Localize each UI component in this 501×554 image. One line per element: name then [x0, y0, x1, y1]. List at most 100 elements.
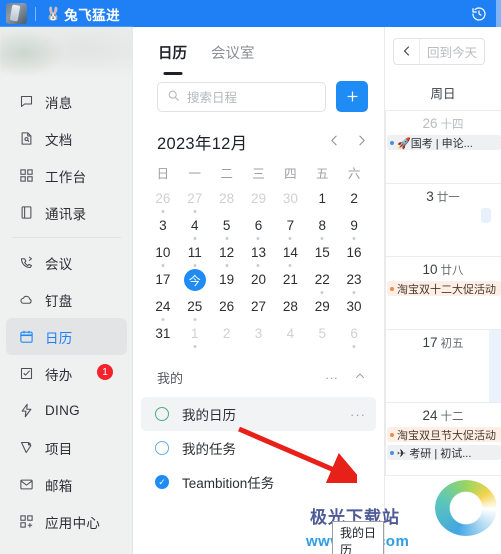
schedule-weekday-header: 周日 — [385, 75, 501, 111]
sidebar-item-ding[interactable]: DING — [6, 392, 127, 429]
calendar-day-cell[interactable]: 6 — [338, 324, 370, 351]
checkbox-ring-icon[interactable] — [155, 407, 169, 421]
day-number: 14 — [282, 245, 298, 260]
calendar-day-cell[interactable]: 15 — [306, 243, 338, 270]
schedule-week-row[interactable]: 17 初五 — [385, 330, 501, 403]
calendar-day-cell[interactable]: 22 — [306, 270, 338, 297]
calendar-day-cell[interactable]: 9 — [338, 216, 370, 243]
calendar-day-cell[interactable]: 29 — [306, 297, 338, 324]
today-marker[interactable]: 今 — [183, 269, 206, 291]
day-number: 25 — [187, 299, 203, 314]
checkbox-ring-icon[interactable] — [155, 441, 169, 455]
schedule-event[interactable]: ✈ 考研 | 初试... — [387, 445, 501, 460]
day-number: 26 — [219, 299, 235, 314]
calendar-day-cell[interactable]: 30 — [338, 297, 370, 324]
chevron-left-icon[interactable] — [328, 134, 341, 151]
weekday-header-cell: 四 — [284, 167, 297, 181]
calendar-day-cell[interactable]: 5 — [211, 216, 243, 243]
schedule-event[interactable]: 淘宝双旦节大促活动 — [387, 427, 501, 442]
calendar-day-cell[interactable]: 2 — [211, 324, 243, 351]
calendar-day-cell[interactable]: 13 — [243, 243, 275, 270]
sidebar-item-label: 应用中心 — [45, 515, 101, 531]
calendar-day-cell[interactable]: 5 — [306, 324, 338, 351]
calendar-day-cell[interactable]: 25 — [179, 297, 211, 324]
sidebar-item-cloud-disk[interactable]: 钉盘 — [6, 281, 127, 318]
calendar-list-item[interactable]: 我的日历 ··· — [141, 397, 376, 431]
back-to-today-button[interactable]: 回到今天 — [393, 37, 486, 65]
schedule-week-row[interactable]: 3 廿一 — [385, 184, 501, 257]
calendar-day-cell[interactable]: 4 — [274, 324, 306, 351]
chevron-up-icon[interactable] — [354, 370, 366, 385]
avatar[interactable] — [6, 3, 27, 24]
weekday-header-cell: 日 — [156, 167, 170, 181]
calendar-day-cell[interactable]: 30 — [274, 189, 306, 216]
sidebar-item-app-center[interactable]: 应用中心 — [6, 503, 127, 540]
calendar-day-cell[interactable]: 24 — [147, 297, 179, 324]
ellipsis-icon[interactable]: ··· — [350, 407, 366, 422]
calendar-day-cell[interactable]: 28 — [274, 297, 306, 324]
sidebar-item-todo[interactable]: 待办 1 — [6, 355, 127, 392]
month-nav-buttons — [328, 134, 368, 151]
calendar-day-cell[interactable]: 3 — [243, 324, 275, 351]
history-clock-icon[interactable] — [462, 0, 496, 27]
schedule-event[interactable]: 🚀国考 | 申论... — [387, 135, 501, 150]
tab-meeting-room[interactable]: 会议室 — [211, 40, 255, 63]
calendar-day-cell[interactable]: 27 — [243, 297, 275, 324]
sidebar-item-contacts[interactable]: 通讯录 — [6, 194, 127, 231]
calendar-day-cell[interactable]: 1 — [179, 324, 211, 351]
sidebar-item-project[interactable]: 项目 — [6, 429, 127, 466]
day-number: 15 — [314, 245, 330, 260]
sidebar-item-mail[interactable]: 邮箱 — [6, 466, 127, 503]
calendar-day-cell[interactable]: 1 — [306, 189, 338, 216]
schedule-event[interactable]: 淘宝双十二大促活动 — [387, 281, 501, 296]
schedule-event[interactable] — [481, 208, 491, 223]
calendar-day-cell[interactable]: 3 — [147, 216, 179, 243]
sidebar-item-docs[interactable]: 文档 — [6, 120, 127, 157]
calendar-day-cell[interactable]: 19 — [211, 270, 243, 297]
calendar-day-cell[interactable]: 11 — [179, 243, 211, 270]
calendar-day-cell[interactable]: 31 — [147, 324, 179, 351]
sidebar-item-messages[interactable]: 消息 — [6, 83, 127, 120]
calendar-day-cell[interactable]: 26 — [147, 189, 179, 216]
tab-calendar[interactable]: 日历 — [158, 40, 187, 63]
calendar-day-cell[interactable]: 17 — [147, 270, 179, 297]
calendar-day-cell[interactable]: 7 — [274, 216, 306, 243]
my-calendars-actions: ··· — [325, 370, 366, 385]
ellipsis-icon[interactable]: ··· — [325, 370, 338, 385]
checkbox-checked-icon[interactable] — [155, 475, 169, 489]
schedule-week-row[interactable]: 10 廿八 淘宝双十二大促活动 — [385, 257, 501, 330]
calendar-day-cell[interactable]: 27 — [179, 189, 211, 216]
sidebar-divider — [12, 237, 121, 238]
weekday-header-cell: 六 — [347, 167, 361, 181]
schedule-week-row[interactable]: 26 十四 🚀国考 | 申论... — [385, 111, 501, 184]
calendar-day-cell[interactable]: 23 — [338, 270, 370, 297]
calendar-day-cell[interactable]: 10 — [147, 243, 179, 270]
profile-header-blurred[interactable] — [0, 27, 133, 79]
calendar-day-cell[interactable]: 21 — [274, 270, 306, 297]
event-dot — [161, 264, 165, 267]
sidebar-item-calendar[interactable]: 日历 — [6, 318, 127, 355]
calendar-day-cell[interactable]: 12 — [211, 243, 243, 270]
day-number: 29 — [314, 299, 330, 314]
chevron-left-icon[interactable] — [394, 38, 420, 64]
calendar-day-cell[interactable]: 6 — [243, 216, 275, 243]
calendar-day-cell[interactable]: 8 — [306, 216, 338, 243]
calendar-day-cell[interactable]: 今 — [179, 269, 211, 297]
schedule-week-row[interactable]: 24 十二 淘宝双旦节大促活动 ✈ 考研 | 初试... — [385, 403, 501, 476]
add-event-button[interactable] — [336, 81, 368, 112]
calendar-day-cell[interactable]: 4 — [179, 216, 211, 243]
calendar-day-cell[interactable]: 26 — [211, 297, 243, 324]
calendar-day-cell[interactable]: 20 — [243, 270, 275, 297]
day-number: 7 — [286, 218, 295, 233]
event-dot — [320, 237, 324, 240]
weekday-header-row: 日一二三四五六 — [133, 163, 384, 185]
sidebar-item-workbench[interactable]: 工作台 — [6, 157, 127, 194]
calendar-day-cell[interactable]: 16 — [338, 243, 370, 270]
sidebar-item-meeting[interactable]: 会议 — [6, 244, 127, 281]
search-input[interactable]: 搜索日程 — [157, 81, 326, 112]
calendar-day-cell[interactable]: 2 — [338, 189, 370, 216]
calendar-day-cell[interactable]: 14 — [274, 243, 306, 270]
calendar-day-cell[interactable]: 29 — [243, 189, 275, 216]
chevron-right-icon[interactable] — [355, 134, 368, 151]
calendar-day-cell[interactable]: 28 — [211, 189, 243, 216]
